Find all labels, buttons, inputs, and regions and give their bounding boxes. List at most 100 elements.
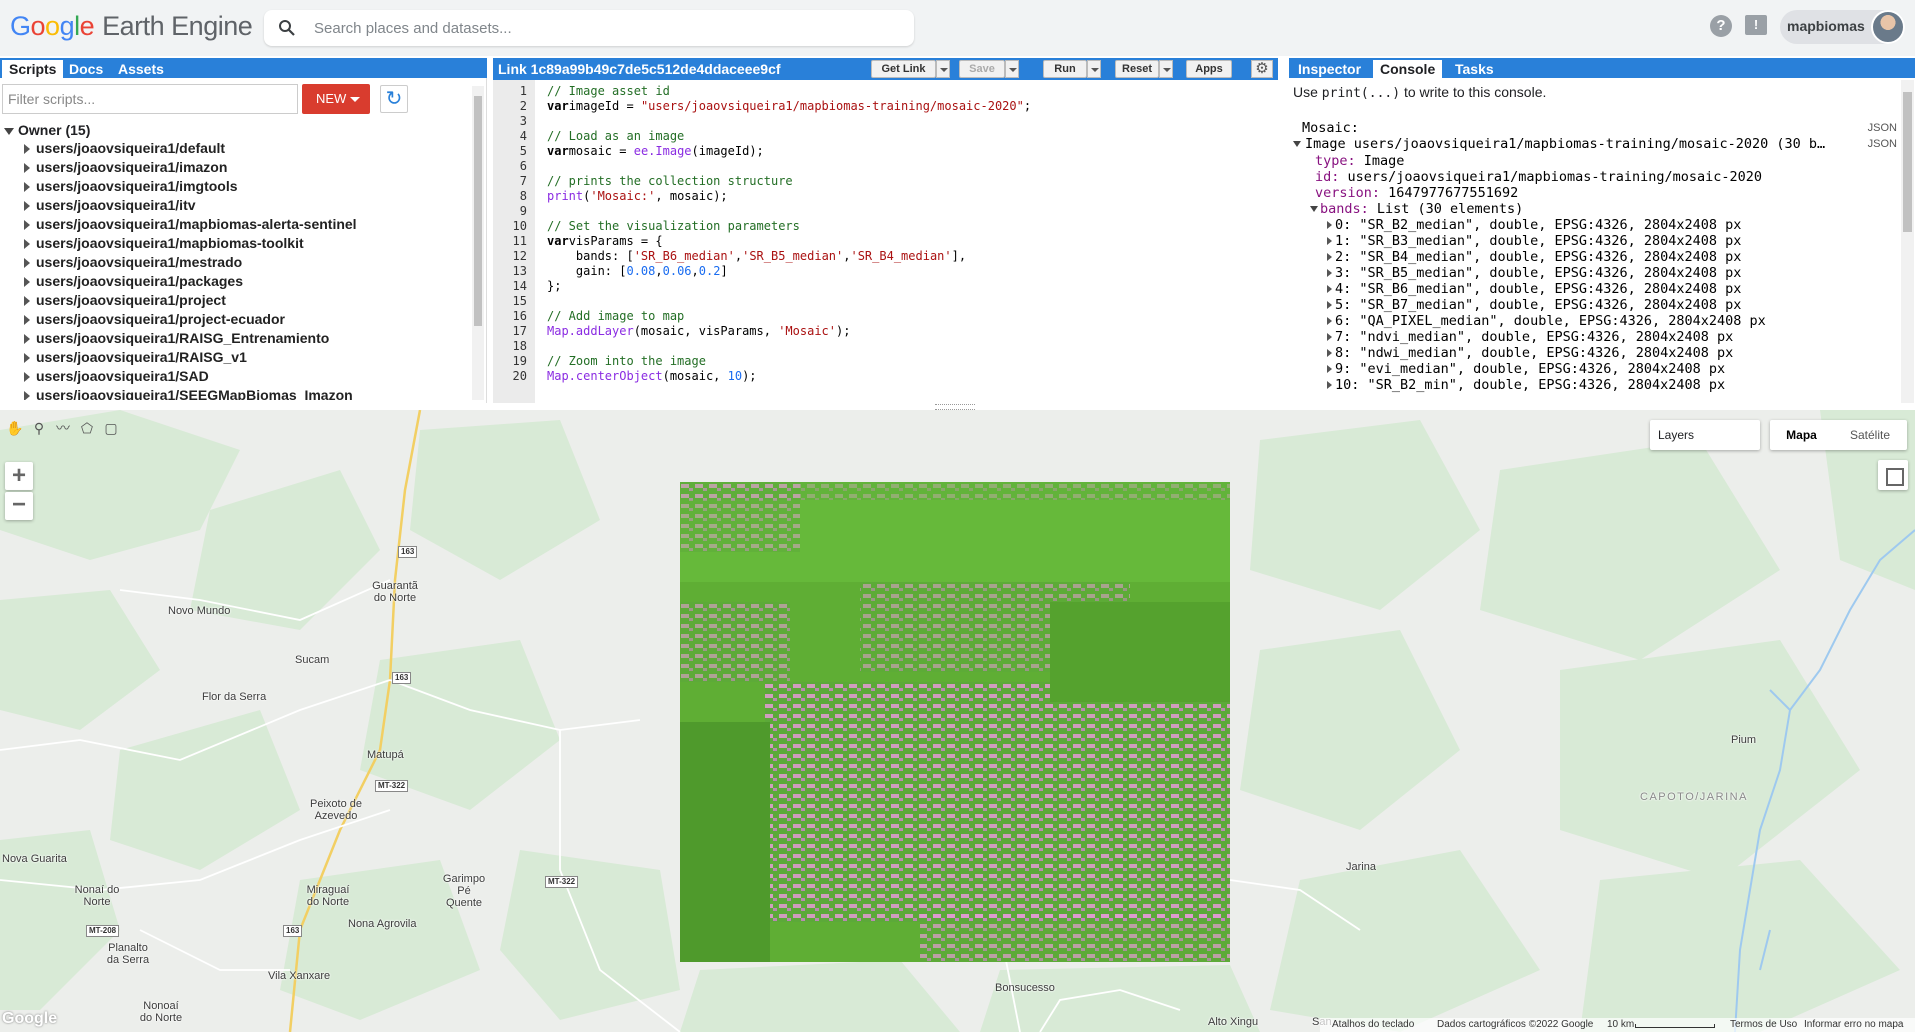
get-link-dropdown-icon[interactable]: [936, 60, 950, 78]
line-draw-icon[interactable]: 〰: [53, 418, 73, 438]
place-label: Matupá: [367, 749, 404, 761]
place-label: Planalto da Serra: [106, 942, 150, 966]
tree-owner-group[interactable]: Owner (15): [4, 122, 90, 138]
script-tree: Owner (15) users/joaovsiqueira1/default …: [0, 120, 470, 400]
band-item[interactable]: 7: "ndvi_median", double, EPSG:4326, 280…: [1327, 329, 1733, 345]
line-number: 10: [512, 219, 527, 233]
place-label: Pium: [1731, 734, 1757, 746]
polygon-draw-icon[interactable]: ⬠: [77, 418, 97, 438]
band-item[interactable]: 10: "SR_B2_min", double, EPSG:4326, 2804…: [1327, 377, 1725, 393]
line-number: 14: [512, 279, 527, 293]
tab-docs[interactable]: Docs: [62, 60, 110, 78]
repo-item[interactable]: users/joaovsiqueira1/mapbiomas-toolkit: [24, 235, 304, 251]
google-earth-engine-logo[interactable]: Google Earth Engine: [10, 11, 253, 42]
zoom-in-button[interactable]: +: [5, 462, 33, 490]
feedback-icon[interactable]: !: [1745, 15, 1767, 35]
map-type-satellite-button[interactable]: Satélite: [1833, 420, 1907, 450]
tab-tasks[interactable]: Tasks: [1448, 60, 1501, 78]
point-marker-icon[interactable]: ⚲: [29, 418, 49, 438]
tab-scripts[interactable]: Scripts: [2, 60, 64, 78]
line-number: 17: [512, 324, 527, 338]
gear-icon[interactable]: ⚙: [1251, 60, 1273, 78]
scrollbar-thumb[interactable]: [474, 96, 482, 326]
repo-item[interactable]: users/joaovsiqueira1/project: [24, 292, 226, 308]
json-link[interactable]: JSON: [1868, 122, 1897, 134]
repo-item[interactable]: users/joaovsiqueira1/default: [24, 140, 225, 156]
code-token: // prints the collection structure: [547, 174, 793, 188]
console-scrollbar[interactable]: [1901, 80, 1914, 403]
layers-button[interactable]: Layers: [1650, 420, 1760, 450]
repo-item[interactable]: users/joaovsiqueira1/mapbiomas-alerta-se…: [24, 216, 357, 232]
new-button[interactable]: NEW: [302, 84, 370, 114]
hand-pan-icon[interactable]: ✋: [5, 418, 25, 438]
scrollbar-thumb[interactable]: [1903, 92, 1912, 232]
highway-shield: MT-322: [545, 876, 579, 888]
code-line: print('Mosaic:', mosaic);: [547, 189, 728, 203]
highway-shield: 163: [398, 546, 418, 558]
expand-right-icon: [24, 334, 30, 345]
repo-item[interactable]: users/joaovsiqueira1/RAISG_v1: [24, 349, 247, 365]
tab-inspector[interactable]: Inspector: [1291, 60, 1368, 78]
expand-right-icon: [24, 239, 30, 250]
repo-item[interactable]: users/joaovsiqueira1/mestrado: [24, 254, 242, 270]
repo-item[interactable]: users/joaovsiqueira1/SEEGMapBiomas_Imazo…: [24, 387, 353, 400]
image-object-line[interactable]: Image users/joaovsiqueira1/mapbiomas-tra…: [1293, 136, 1825, 152]
reset-button[interactable]: Reset: [1115, 60, 1159, 78]
map-view[interactable]: ✋ ⚲ 〰 ⬠ ▢ + − Layers Mapa Satélite Guara…: [0, 410, 1915, 1032]
save-dropdown-icon[interactable]: [1005, 60, 1019, 78]
band-item[interactable]: 8: "ndwi_median", double, EPSG:4326, 280…: [1327, 345, 1733, 361]
terms-link[interactable]: Termos de Uso: [1730, 1019, 1797, 1030]
repo-item[interactable]: users/joaovsiqueira1/imgtools: [24, 178, 238, 194]
band-item[interactable]: 9: "evi_median", double, EPSG:4326, 2804…: [1327, 361, 1725, 377]
repo-item[interactable]: users/joaovsiqueira1/imazon: [24, 159, 227, 175]
caret-down-icon: [350, 97, 360, 102]
collapse-icon: [1310, 206, 1318, 212]
avatar[interactable]: [1871, 10, 1905, 44]
keyboard-shortcuts-link[interactable]: Atalhos do teclado: [1332, 1019, 1414, 1030]
save-button[interactable]: Save: [959, 60, 1005, 78]
band-item[interactable]: 4: "SR_B6_median", double, EPSG:4326, 28…: [1327, 281, 1741, 297]
get-link-button[interactable]: Get Link: [871, 60, 936, 78]
refresh-icon[interactable]: ↻: [380, 85, 408, 113]
map-type-map-button[interactable]: Mapa: [1770, 420, 1833, 450]
code-line: // Set the visualization parameters: [547, 219, 800, 233]
band-item[interactable]: 1: "SR_B3_median", double, EPSG:4326, 28…: [1327, 233, 1741, 249]
code-token: imageId =: [568, 99, 641, 113]
tab-console[interactable]: Console: [1373, 60, 1443, 78]
map-type-toggle: Mapa Satélite: [1770, 420, 1907, 450]
expand-right-icon: [24, 315, 30, 326]
run-button[interactable]: Run: [1043, 60, 1087, 78]
band-item[interactable]: 0: "SR_B2_median", double, EPSG:4326, 28…: [1327, 217, 1741, 233]
repo-item[interactable]: users/joaovsiqueira1/SAD: [24, 368, 209, 384]
place-label: Alto Xingu: [1208, 1016, 1259, 1028]
run-dropdown-icon[interactable]: [1087, 60, 1101, 78]
band-item[interactable]: 5: "SR_B7_median", double, EPSG:4326, 28…: [1327, 297, 1741, 313]
repo-item[interactable]: users/joaovsiqueira1/project-ecuador: [24, 311, 285, 327]
zoom-out-button[interactable]: −: [5, 492, 33, 520]
band-item[interactable]: 6: "QA_PIXEL_median", double, EPSG:4326,…: [1327, 313, 1766, 329]
report-error-link[interactable]: Informar erro no mapa: [1804, 1019, 1904, 1030]
band-item[interactable]: 3: "SR_B5_median", double, EPSG:4326, 28…: [1327, 265, 1741, 281]
help-icon[interactable]: ?: [1710, 15, 1732, 37]
place-label: Vila Xanxare: [268, 970, 331, 982]
account-name: mapbiomas: [1787, 18, 1865, 34]
right-tabbar: Inspector Console Tasks: [1289, 58, 1915, 78]
repo-item[interactable]: users/joaovsiqueira1/itv: [24, 197, 196, 213]
place-label: Bonsucesso: [995, 982, 1055, 994]
rectangle-draw-icon[interactable]: ▢: [101, 418, 121, 438]
fullscreen-icon[interactable]: [1878, 460, 1908, 490]
tab-assets[interactable]: Assets: [111, 60, 171, 78]
account-menu[interactable]: mapbiomas: [1780, 10, 1905, 44]
apps-button[interactable]: Apps: [1186, 60, 1232, 78]
code-token: var: [547, 144, 569, 158]
code-token: ],: [951, 249, 967, 263]
scripts-scrollbar[interactable]: [472, 86, 484, 400]
repo-item[interactable]: users/joaovsiqueira1/packages: [24, 273, 243, 289]
band-item[interactable]: 2: "SR_B4_median", double, EPSG:4326, 28…: [1327, 249, 1741, 265]
search-input[interactable]: [314, 18, 894, 38]
prop-bands[interactable]: bands: List (30 elements): [1310, 201, 1523, 217]
filter-scripts-input[interactable]: [2, 84, 298, 114]
json-link[interactable]: JSON: [1868, 138, 1897, 150]
repo-item[interactable]: users/joaovsiqueira1/RAISG_Entrenamiento: [24, 330, 329, 346]
reset-dropdown-icon[interactable]: [1159, 60, 1173, 78]
